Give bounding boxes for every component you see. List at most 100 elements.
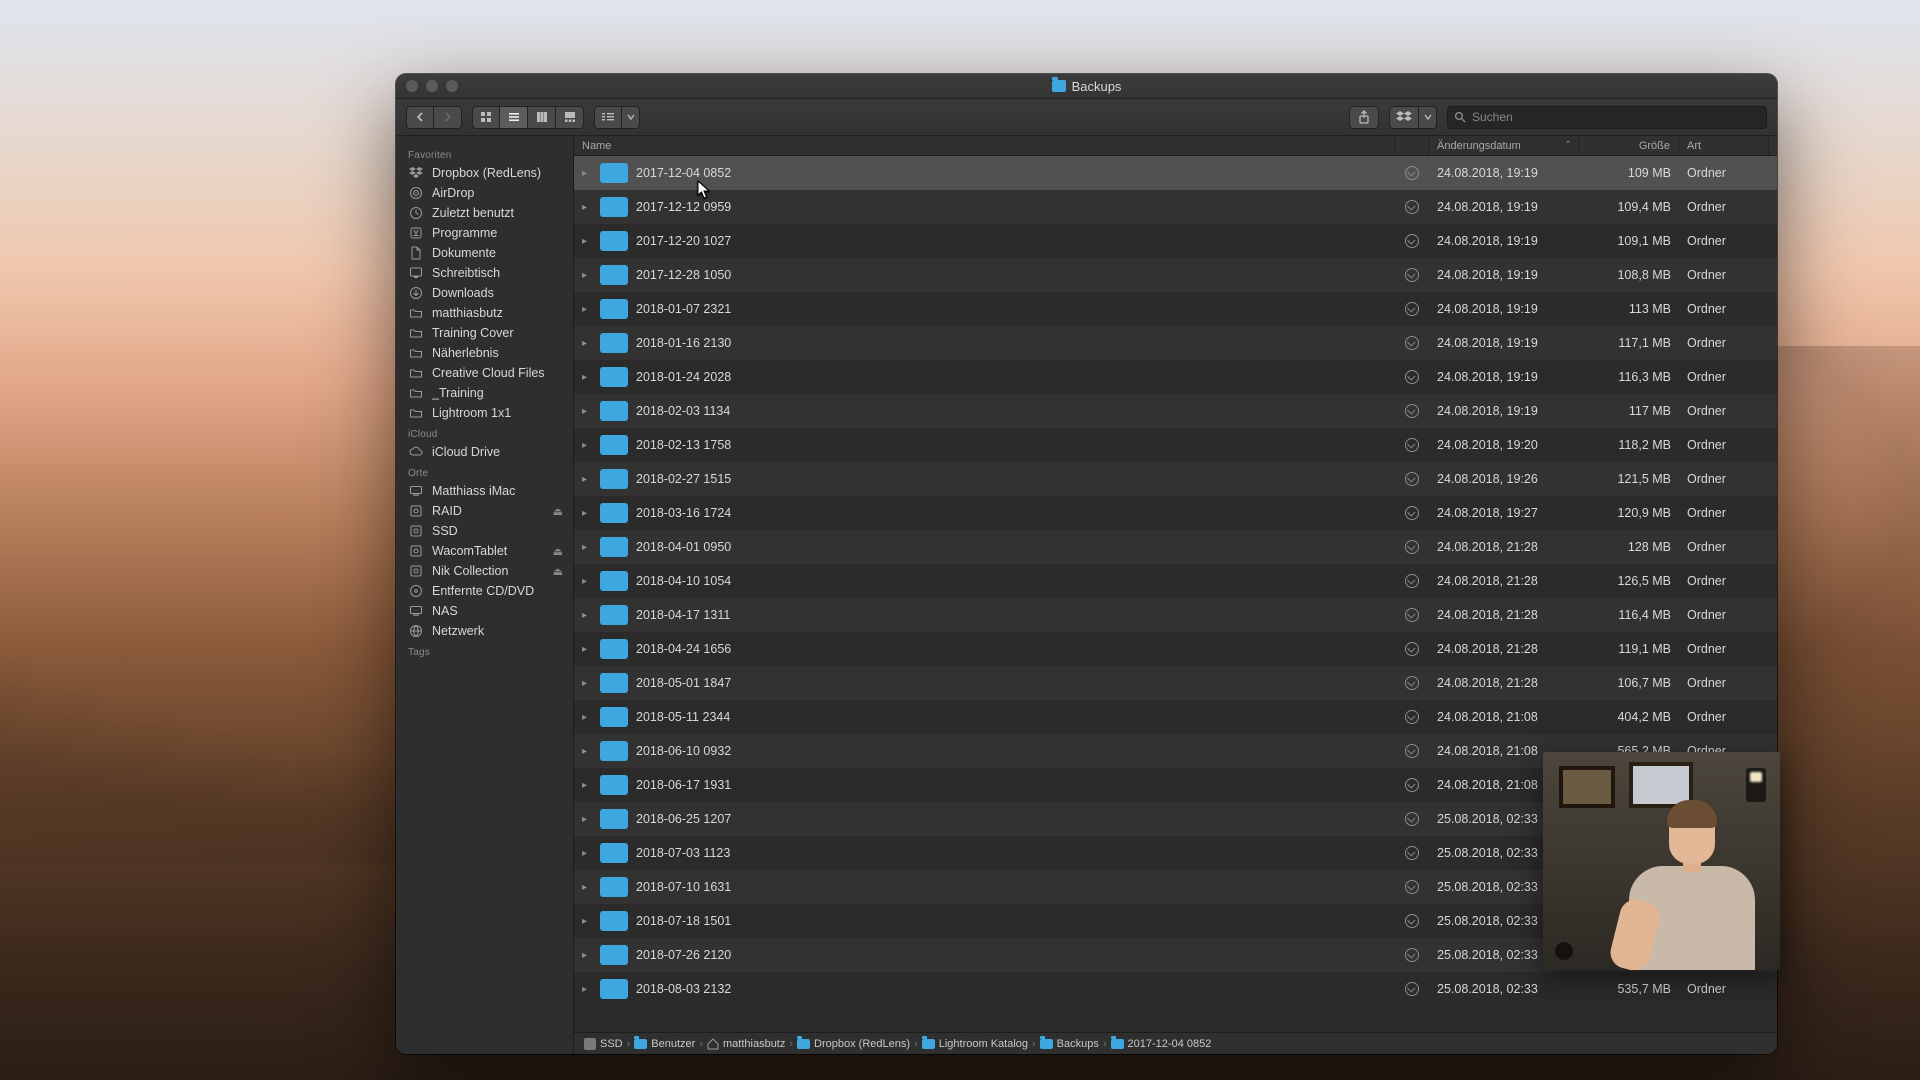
disclosure-triangle-icon[interactable]: ▸ [582, 814, 592, 825]
cloud-download-icon[interactable] [1405, 642, 1419, 656]
cloud-download-icon[interactable] [1405, 914, 1419, 928]
cloud-download-icon[interactable] [1405, 200, 1419, 214]
search-input[interactable] [1472, 110, 1760, 124]
col-modified[interactable]: Änderungsdatum ˆ [1429, 136, 1579, 155]
cloud-download-icon[interactable] [1405, 438, 1419, 452]
sidebar-item[interactable]: Dokumente [396, 243, 573, 263]
sidebar-item[interactable]: Training Cover [396, 323, 573, 343]
sidebar-item[interactable]: matthiasbutz [396, 303, 573, 323]
sidebar-item[interactable]: SSD [396, 521, 573, 541]
cloud-download-icon[interactable] [1405, 404, 1419, 418]
cloud-download-icon[interactable] [1405, 336, 1419, 350]
disclosure-triangle-icon[interactable]: ▸ [582, 780, 592, 791]
table-row[interactable]: ▸ 2018-01-24 2028 24.08.2018, 19:19 116,… [574, 360, 1777, 394]
path-item[interactable]: SSD [584, 1038, 623, 1050]
disclosure-triangle-icon[interactable]: ▸ [582, 474, 592, 485]
cloud-download-icon[interactable] [1405, 608, 1419, 622]
search-field[interactable] [1447, 106, 1767, 129]
disclosure-triangle-icon[interactable]: ▸ [582, 712, 592, 723]
path-item[interactable]: Backups [1040, 1038, 1099, 1050]
cloud-download-icon[interactable] [1405, 234, 1419, 248]
cloud-download-icon[interactable] [1405, 880, 1419, 894]
table-row[interactable]: ▸ 2018-04-01 0950 24.08.2018, 21:28 128 … [574, 530, 1777, 564]
cloud-download-icon[interactable] [1405, 982, 1419, 996]
disclosure-triangle-icon[interactable]: ▸ [582, 882, 592, 893]
cloud-download-icon[interactable] [1405, 166, 1419, 180]
cloud-download-icon[interactable] [1405, 778, 1419, 792]
table-row[interactable]: ▸ 2017-12-12 0959 24.08.2018, 19:19 109,… [574, 190, 1777, 224]
cloud-download-icon[interactable] [1405, 370, 1419, 384]
path-item[interactable]: Benutzer [634, 1038, 695, 1050]
eject-icon[interactable]: ⏏ [553, 545, 563, 558]
disclosure-triangle-icon[interactable]: ▸ [582, 644, 592, 655]
disclosure-triangle-icon[interactable]: ▸ [582, 950, 592, 961]
table-row[interactable]: ▸ 2018-02-03 1134 24.08.2018, 19:19 117 … [574, 394, 1777, 428]
eject-icon[interactable]: ⏏ [553, 505, 563, 518]
cloud-download-icon[interactable] [1405, 574, 1419, 588]
disclosure-triangle-icon[interactable]: ▸ [582, 406, 592, 417]
disclosure-triangle-icon[interactable]: ▸ [582, 576, 592, 587]
sidebar-item[interactable]: Netzwerk [396, 621, 573, 641]
disclosure-triangle-icon[interactable]: ▸ [582, 984, 592, 995]
cloud-download-icon[interactable] [1405, 540, 1419, 554]
cloud-download-icon[interactable] [1405, 676, 1419, 690]
path-item[interactable]: Lightroom Katalog [922, 1038, 1028, 1050]
share-button[interactable] [1349, 106, 1379, 129]
table-row[interactable]: ▸ 2018-04-10 1054 24.08.2018, 21:28 126,… [574, 564, 1777, 598]
disclosure-triangle-icon[interactable]: ▸ [582, 678, 592, 689]
view-list-button[interactable] [500, 106, 528, 129]
disclosure-triangle-icon[interactable]: ▸ [582, 440, 592, 451]
view-columns-button[interactable] [528, 106, 556, 129]
sidebar-item[interactable]: Matthiass iMac [396, 481, 573, 501]
back-button[interactable] [406, 106, 434, 129]
sidebar-item[interactable]: Creative Cloud Files [396, 363, 573, 383]
cloud-download-icon[interactable] [1405, 506, 1419, 520]
table-row[interactable]: ▸ 2018-05-01 1847 24.08.2018, 21:28 106,… [574, 666, 1777, 700]
sidebar[interactable]: FavoritenDropbox (RedLens)AirDropZuletzt… [396, 136, 574, 1054]
sidebar-item[interactable]: Lightroom 1x1 [396, 403, 573, 423]
disclosure-triangle-icon[interactable]: ▸ [582, 916, 592, 927]
table-row[interactable]: ▸ 2018-01-07 2321 24.08.2018, 19:19 113 … [574, 292, 1777, 326]
sidebar-item[interactable]: Zuletzt benutzt [396, 203, 573, 223]
sidebar-item[interactable]: Dropbox (RedLens) [396, 163, 573, 183]
cloud-download-icon[interactable] [1405, 948, 1419, 962]
cloud-download-icon[interactable] [1405, 302, 1419, 316]
sidebar-item[interactable]: AirDrop [396, 183, 573, 203]
sidebar-item[interactable]: Schreibtisch [396, 263, 573, 283]
sidebar-item[interactable]: Programme [396, 223, 573, 243]
sidebar-item[interactable]: iCloud Drive [396, 442, 573, 462]
table-row[interactable]: ▸ 2018-08-03 2132 25.08.2018, 02:33 535,… [574, 972, 1777, 1006]
eject-icon[interactable]: ⏏ [553, 565, 563, 578]
view-gallery-button[interactable] [556, 106, 584, 129]
cloud-download-icon[interactable] [1405, 710, 1419, 724]
table-row[interactable]: ▸ 2017-12-20 1027 24.08.2018, 19:19 109,… [574, 224, 1777, 258]
table-row[interactable]: ▸ 2017-12-28 1050 24.08.2018, 19:19 108,… [574, 258, 1777, 292]
disclosure-triangle-icon[interactable]: ▸ [582, 304, 592, 315]
sidebar-item[interactable]: Downloads [396, 283, 573, 303]
disclosure-triangle-icon[interactable]: ▸ [582, 168, 592, 179]
sidebar-item[interactable]: WacomTablet⏏ [396, 541, 573, 561]
cloud-download-icon[interactable] [1405, 812, 1419, 826]
path-item[interactable]: 2017-12-04 0852 [1111, 1038, 1212, 1050]
disclosure-triangle-icon[interactable]: ▸ [582, 202, 592, 213]
col-name[interactable]: Name [574, 136, 1395, 155]
cloud-download-icon[interactable] [1405, 744, 1419, 758]
sidebar-item[interactable]: NAS [396, 601, 573, 621]
disclosure-triangle-icon[interactable]: ▸ [582, 236, 592, 247]
table-row[interactable]: ▸ 2018-02-13 1758 24.08.2018, 19:20 118,… [574, 428, 1777, 462]
table-row[interactable]: ▸ 2018-03-16 1724 24.08.2018, 19:27 120,… [574, 496, 1777, 530]
sidebar-item[interactable]: _Training [396, 383, 573, 403]
table-row[interactable]: ▸ 2017-12-04 0852 24.08.2018, 19:19 109 … [574, 156, 1777, 190]
table-row[interactable]: ▸ 2018-02-27 1515 24.08.2018, 19:26 121,… [574, 462, 1777, 496]
disclosure-triangle-icon[interactable]: ▸ [582, 372, 592, 383]
disclosure-triangle-icon[interactable]: ▸ [582, 508, 592, 519]
arrange-button[interactable] [594, 106, 622, 129]
sidebar-item[interactable]: Näherlebnis [396, 343, 573, 363]
arrange-menu-button[interactable] [622, 106, 640, 129]
path-bar[interactable]: SSD›Benutzer›matthiasbutz›Dropbox (RedLe… [574, 1032, 1777, 1054]
titlebar[interactable]: Backups [396, 74, 1777, 99]
cloud-download-icon[interactable] [1405, 472, 1419, 486]
col-kind[interactable]: Art [1679, 136, 1769, 155]
disclosure-triangle-icon[interactable]: ▸ [582, 610, 592, 621]
disclosure-triangle-icon[interactable]: ▸ [582, 270, 592, 281]
